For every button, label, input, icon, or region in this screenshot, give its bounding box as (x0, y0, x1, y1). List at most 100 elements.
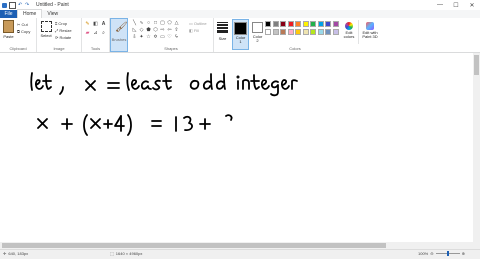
right-arrow-shape-icon[interactable]: ⇨ (160, 28, 165, 33)
resize-button[interactable]: ⤢ Resize (55, 28, 72, 33)
copy-icon: ⧉ (17, 29, 20, 34)
five-point-star-shape-icon[interactable]: ☆ (146, 35, 151, 40)
left-arrow-shape-icon[interactable]: ⇦ (167, 28, 172, 33)
palette-swatch[interactable] (287, 29, 294, 35)
zoom-slider[interactable] (435, 251, 460, 256)
four-point-star-shape-icon[interactable]: ✦ (139, 35, 144, 40)
rotate-button[interactable]: ⟳ Rotate (55, 35, 71, 40)
palette-swatch[interactable] (310, 21, 316, 27)
palette-swatch[interactable] (295, 21, 301, 27)
size-button[interactable]: Size (215, 20, 230, 50)
redo-icon[interactable]: ↷ (25, 2, 30, 8)
undo-icon[interactable]: ↶ (18, 2, 23, 8)
canvas-area (0, 53, 473, 242)
rectangle-shape-icon[interactable]: □ (153, 21, 158, 26)
palette-swatch[interactable] (295, 29, 301, 35)
zoom-in-button[interactable]: ⊕ (462, 251, 465, 256)
window-title: Untitled - Paint (36, 2, 69, 8)
palette-swatch[interactable] (302, 29, 309, 35)
image-dimensions-text: 1640 × 4960px (115, 251, 143, 256)
palette-swatch[interactable] (302, 21, 309, 27)
diamond-shape-icon[interactable]: ◇ (139, 28, 144, 33)
vertical-scroll-thumb[interactable] (474, 55, 479, 75)
six-point-star-shape-icon[interactable]: ✡ (153, 35, 158, 40)
horizontal-scrollbar[interactable] (0, 242, 480, 249)
dimensions-icon: ⬚ (110, 251, 114, 256)
oval-shape-icon[interactable]: ○ (146, 21, 151, 26)
palette-swatch[interactable] (265, 21, 271, 27)
copy-button[interactable]: ⧉ Copy (17, 29, 30, 34)
tab-home[interactable]: Home (17, 9, 43, 18)
quick-access-toolbar: ↶ ↷ (2, 1, 30, 9)
lightning-shape-icon[interactable]: ϟ (174, 35, 179, 40)
clipboard-group-label: Clipboard (9, 46, 27, 51)
polygon-shape-icon[interactable]: ⬠ (167, 21, 172, 26)
text-icon[interactable]: A (101, 22, 106, 27)
shapes-group: ╲ ∿ ○ □ ▢ ⬠ △ ◺ ◇ ⬟ ⬡ ⇨ ⇦ ⇧ ⇩ ✦ ☆ ✡ ▭ ♡ … (129, 18, 214, 52)
line-shape-icon[interactable]: ╲ (132, 21, 137, 26)
heart-shape-icon[interactable]: ♡ (167, 35, 172, 40)
crop-icon: ⌗ (55, 21, 58, 26)
save-icon[interactable] (9, 1, 16, 9)
palette-swatch[interactable] (287, 21, 294, 27)
select-button[interactable]: Select (40, 20, 52, 42)
select-rectangle-icon (40, 21, 52, 32)
down-arrow-shape-icon[interactable]: ⇩ (132, 35, 137, 40)
edit-colors-button[interactable]: Edit colors (342, 20, 356, 44)
shapes-gallery[interactable]: ╲ ∿ ○ □ ▢ ⬠ △ ◺ ◇ ⬟ ⬡ ⇨ ⇦ ⇧ ⇩ ✦ ☆ ✡ ▭ ♡ … (132, 20, 187, 44)
shapes-group-label: Shapes (164, 46, 178, 51)
zoom-controls: 100% ⊖ ⊕ (418, 251, 465, 256)
minimize-button[interactable]: — (432, 2, 448, 9)
palette-swatch[interactable] (317, 21, 324, 27)
rounded-rectangle-shape-icon[interactable]: ▢ (160, 21, 165, 26)
horizontal-scroll-thumb[interactable] (2, 243, 386, 248)
palette-swatch[interactable] (325, 21, 331, 27)
right-triangle-shape-icon[interactable]: ◺ (132, 28, 137, 33)
tools-group: ✎ ◧ A ▰ ⊿ ⌕ Tools (82, 18, 110, 52)
clipboard-icon (3, 20, 14, 33)
palette-swatch[interactable] (332, 29, 339, 35)
up-arrow-shape-icon[interactable]: ⇧ (174, 28, 179, 33)
cursor-icon: ✛ (3, 251, 7, 256)
close-button[interactable]: ✕ (464, 2, 480, 9)
zoom-slider-thumb[interactable] (446, 251, 449, 256)
title-bar: ↶ ↷ Untitled - Paint — ☐ ✕ (0, 0, 480, 10)
palette-swatch[interactable] (325, 29, 331, 35)
drawing-canvas[interactable] (0, 53, 473, 242)
maximize-button[interactable]: ☐ (448, 2, 464, 9)
pencil-icon[interactable]: ✎ (85, 22, 90, 27)
color2-label: Color 2 (252, 34, 263, 43)
pentagon-shape-icon[interactable]: ⬟ (146, 28, 151, 33)
palette-swatch[interactable] (317, 29, 324, 35)
zoom-out-button[interactable]: ⊖ (430, 251, 433, 256)
eraser-icon[interactable]: ▰ (85, 31, 90, 36)
fill-dropdown[interactable]: ◧ Fill (189, 28, 199, 33)
palette-swatch[interactable] (280, 21, 286, 27)
rotate-icon: ⟳ (55, 35, 59, 40)
tools-group-label: Tools (90, 46, 101, 51)
tab-file[interactable]: File (0, 10, 17, 18)
tab-view[interactable]: View (42, 10, 63, 18)
callout-shape-icon[interactable]: ▭ (160, 35, 165, 40)
palette-swatch[interactable] (310, 29, 316, 35)
brush-icon: 🖌 (115, 22, 128, 33)
paste-button[interactable]: Paste (3, 20, 14, 42)
fill-bucket-icon[interactable]: ◧ (93, 22, 98, 27)
palette-swatch[interactable] (265, 29, 271, 35)
triangle-shape-icon[interactable]: △ (174, 21, 179, 26)
handwritten-math-strokes (30, 72, 298, 136)
brushes-group[interactable]: 🖌 Brushes (110, 18, 128, 52)
outline-dropdown[interactable]: ▭ Outline (189, 21, 207, 26)
crop-button[interactable]: ⌗ Crop (55, 21, 67, 26)
color-picker-icon[interactable]: ⊿ (93, 31, 98, 36)
hexagon-shape-icon[interactable]: ⬡ (153, 28, 158, 33)
magnifier-icon[interactable]: ⌕ (101, 31, 106, 36)
curve-shape-icon[interactable]: ∿ (139, 21, 144, 26)
palette-swatch[interactable] (332, 21, 339, 27)
palette-swatch[interactable] (280, 29, 286, 35)
cut-button[interactable]: ✂ Cut (17, 22, 28, 27)
edit-with-paint3d-button[interactable]: Edit with Paint 3D (358, 20, 381, 44)
palette-swatch[interactable] (272, 21, 279, 27)
palette-swatch[interactable] (272, 29, 279, 35)
vertical-scrollbar[interactable] (473, 53, 480, 242)
